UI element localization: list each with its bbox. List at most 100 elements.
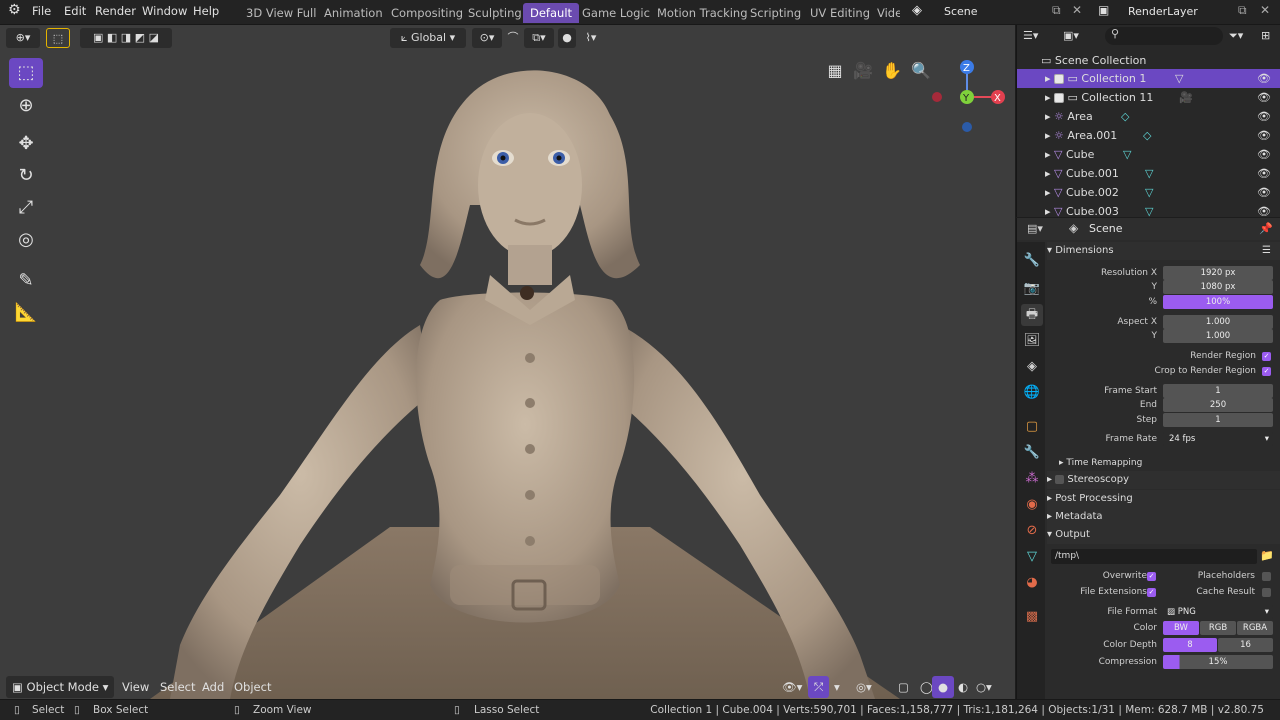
filter-icon[interactable]: ⏷▾ [1229,29,1243,43]
physics-tab-icon[interactable]: ◉ [1021,494,1043,516]
annotate-icon[interactable]: ✎ [9,266,43,296]
color-rgba-button[interactable]: RGBA [1237,621,1273,635]
eye-icon[interactable]: 👁 [1257,126,1271,145]
outliner-row-area-001[interactable]: ▸ ☼ Area.001 ◇ 👁 [1017,126,1280,145]
shading-rendered-icon[interactable]: ○▾ [970,676,998,698]
menu-edit[interactable]: Edit [64,4,86,18]
scene-icon[interactable]: ◈ [912,3,922,18]
measure-icon[interactable]: 📐 [9,298,43,328]
tab-game-logic[interactable]: Game Logic [575,3,657,23]
xray-icon[interactable]: ▢ [892,676,915,698]
proportional-edit-icon[interactable]: ● [558,28,576,48]
pivot-point-icon[interactable]: ⊙▾ [472,28,502,48]
copy-layer-icon[interactable]: ⧉ [1238,3,1247,18]
menu-view[interactable]: View [116,676,155,698]
file-format-dropdown[interactable]: ▨ PNG ▾ [1163,605,1273,619]
placeholders-checkbox[interactable] [1262,572,1271,581]
eye-icon[interactable]: 👁 [1257,164,1271,183]
render-layer-selector[interactable]: RenderLayer [1122,3,1232,22]
editor-type-button[interactable]: ⊕▾ [6,28,40,48]
eye-icon[interactable]: 👁 [1257,107,1271,126]
aspect-x-field[interactable]: 1.000 [1163,315,1273,329]
post-processing-panel-header[interactable]: ▸ Post Processing [1047,490,1280,508]
resolution-x-field[interactable]: 1920 px [1163,266,1273,280]
blender-logo-icon[interactable]: ⚙ [8,2,21,18]
close-scene-icon[interactable]: ✕ [1072,3,1082,17]
scene-selector[interactable]: Scene [938,3,1048,22]
data-tab-icon[interactable]: ▽ [1021,546,1043,568]
folder-icon[interactable]: 📁 [1260,549,1274,562]
visibility-icon[interactable]: 👁▾ [776,676,808,698]
menu-render[interactable]: Render [95,4,136,18]
stereoscopy-panel-header[interactable]: ▸ Stereoscopy [1047,471,1280,489]
crop-region-checkbox[interactable]: ✓ [1262,367,1271,376]
constraints-tab-icon[interactable]: ⊘ [1021,520,1043,542]
frame-end-field[interactable]: 250 [1163,398,1273,412]
shading-solid-icon[interactable]: ● [932,676,955,698]
pan-hand-icon[interactable]: ✋ [880,59,904,83]
menu-object[interactable]: Object [228,676,277,698]
eye-icon[interactable]: 👁 [1257,183,1271,202]
properties-editor-icon[interactable]: ▤▾ [1027,222,1043,235]
move-icon[interactable]: ✥ [9,129,43,159]
metadata-panel-header[interactable]: ▸ Metadata [1047,508,1280,526]
render-region-checkbox[interactable]: ✓ [1262,352,1271,361]
resolution-y-field[interactable]: 1080 px [1163,280,1273,294]
select-box-icon[interactable]: ⬚ [9,58,43,88]
tab-sculpting[interactable]: Sculpting [461,3,529,23]
tab-animation[interactable]: Animation [317,3,390,23]
copy-scene-icon[interactable]: ⧉ [1052,3,1061,18]
camera-view-icon[interactable]: 🎥 [851,59,875,83]
eye-icon[interactable]: 👁 [1257,202,1271,217]
scene-collection-row[interactable]: ▭ Scene Collection [1017,51,1280,70]
presets-icon[interactable]: ☰ [1262,242,1271,260]
transform-icon[interactable]: ◎ [9,225,43,255]
tab-default[interactable]: Default [523,3,580,23]
select-tool-icon[interactable]: ⬚ [46,28,70,48]
gizmo-toggle-icon[interactable]: ⤱ [808,676,830,698]
new-collection-icon[interactable]: ⊞ [1261,29,1270,42]
transform-orientation-dropdown[interactable]: ⟀ Global ▾ [390,28,466,48]
selection-mode-buttons[interactable]: ▣ ◧ ◨ ◩ ◪ [80,28,172,48]
menu-help[interactable]: Help [193,4,219,18]
time-remapping-subpanel[interactable]: ▸ Time Remapping [1059,454,1280,472]
stereoscopy-checkbox[interactable] [1055,474,1065,484]
cursor-icon[interactable]: ⊕ [9,91,43,121]
eye-icon[interactable]: 👁 [1257,88,1271,107]
modifier-tab-icon[interactable]: 🔧 [1021,442,1043,464]
output-panel-header[interactable]: ▾ Output [1047,526,1280,544]
resolution-percent-field[interactable]: 100% [1163,295,1273,309]
pin-icon[interactable]: 📌 [1259,222,1273,235]
depth-8-button[interactable]: 8 [1163,638,1217,652]
display-mode-icon[interactable]: ▣▾ [1063,29,1079,42]
aspect-y-field[interactable]: 1.000 [1163,329,1273,343]
depth-16-button[interactable]: 16 [1218,638,1273,652]
frame-rate-dropdown[interactable]: 24 fps ▾ [1163,432,1273,446]
menu-select[interactable]: Select [154,676,201,698]
outliner-row-cube[interactable]: ▸ ▽ Cube ▽ 👁 [1017,145,1280,164]
dimensions-panel-header[interactable]: ▾ Dimensions ☰ [1047,242,1280,260]
outliner-row-cube-003[interactable]: ▸ ▽ Cube.003 ▽ 👁 [1017,202,1280,217]
compression-slider[interactable]: 15% [1163,655,1273,669]
eye-icon[interactable]: 👁 [1257,145,1271,164]
frame-start-field[interactable]: 1 [1163,384,1273,398]
close-layer-icon[interactable]: ✕ [1260,3,1270,17]
outliner-editor-icon[interactable]: ☰▾ [1023,29,1038,42]
rotate-icon[interactable]: ↻ [9,161,43,191]
navigation-gizmo[interactable]: Z X Y [928,57,1008,137]
particles-tab-icon[interactable]: ⁂ [1021,468,1043,490]
scale-icon[interactable]: ⤢ [9,193,43,223]
eye-icon[interactable]: 👁 [1257,69,1271,88]
tab-video[interactable]: Vide [870,3,900,23]
checkbox[interactable] [1054,74,1065,84]
tab-compositing[interactable]: Compositing [384,3,470,23]
overlay-icon[interactable]: ◎▾ [850,676,878,698]
cache-result-checkbox[interactable] [1262,588,1271,597]
output-path-input[interactable]: /tmp\ [1051,549,1257,564]
gizmo-menu-icon[interactable]: ▾ [828,676,846,698]
menu-window[interactable]: Window [142,4,187,18]
color-bw-button[interactable]: BW [1163,621,1199,635]
checkbox[interactable] [1054,93,1065,103]
render-layer-icon[interactable]: ▣ [1098,3,1109,17]
snap-icon[interactable]: ⌒ [504,28,522,48]
